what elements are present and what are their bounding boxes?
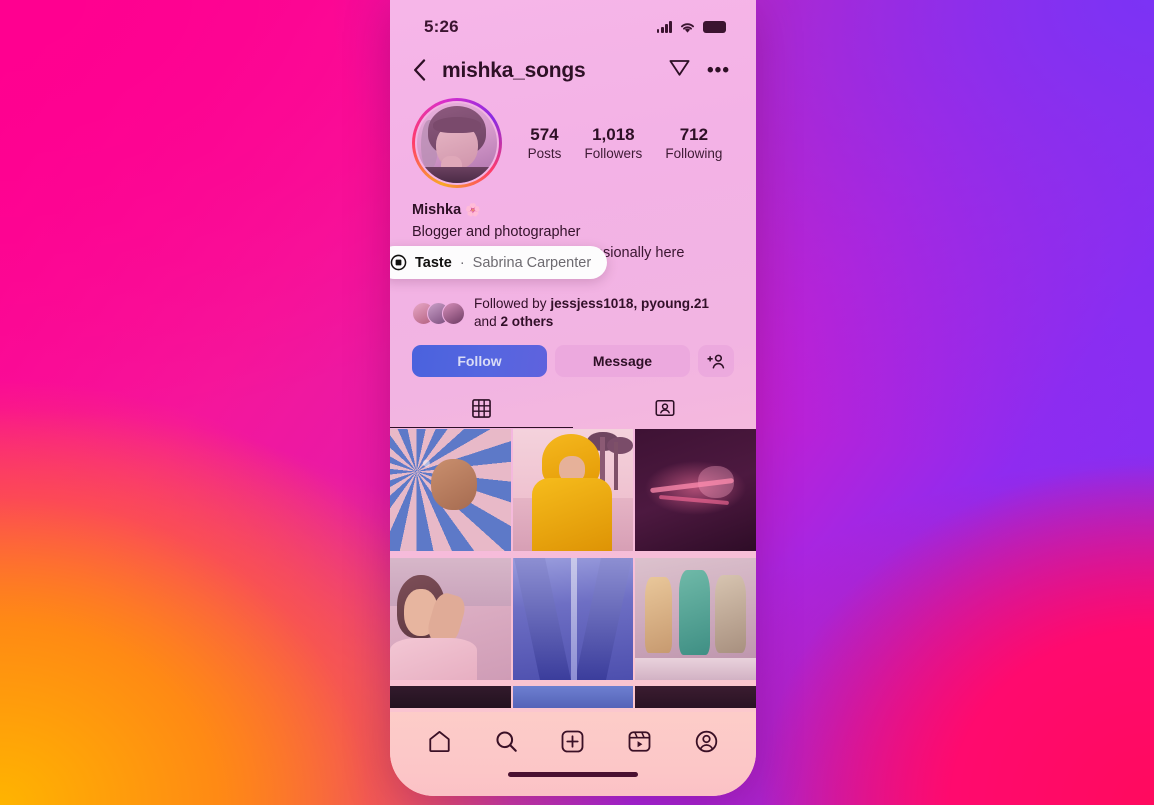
status-icons	[656, 21, 726, 34]
stat-value: 712	[679, 124, 709, 144]
follow-button[interactable]: Follow	[412, 345, 547, 378]
bio-display-name: Mishka 🌸	[412, 200, 734, 222]
grid-post-9[interactable]	[635, 685, 756, 708]
bottom-navigation	[390, 712, 756, 770]
nav-home-button[interactable]	[419, 721, 459, 761]
followed-by-names: jessjess1018, pyoung.21	[550, 295, 709, 311]
create-plus-icon	[562, 730, 584, 752]
followed-by-others: 2 others	[500, 314, 554, 330]
phone-mockup: 5:26 mishka_songs ••• 574 Posts 1,018 Fo…	[390, 0, 756, 796]
music-chip[interactable]: Taste · Sabrina Carpenter	[390, 246, 608, 279]
phone-screen: 5:26 mishka_songs ••• 574 Posts 1,018 Fo…	[390, 0, 756, 796]
nav-reels-button[interactable]	[620, 721, 660, 761]
profile-circle-icon	[695, 730, 718, 752]
avatar-illustration	[416, 103, 498, 184]
add-person-button[interactable]	[698, 345, 734, 378]
grid-icon	[472, 399, 491, 418]
status-bar: 5:26	[390, 0, 756, 48]
nav-create-button[interactable]	[553, 721, 593, 761]
home-indicator	[508, 772, 638, 777]
battery-icon	[703, 21, 726, 33]
search-icon	[496, 730, 517, 752]
home-icon	[429, 730, 450, 752]
avatar-image	[414, 100, 500, 186]
tab-tagged[interactable]	[573, 391, 756, 425]
followers-facepile	[412, 301, 465, 325]
profile-stats: 574 Posts 1,018 Followers 712 Following	[502, 124, 734, 163]
bio-name-text: Mishka	[412, 202, 462, 218]
stat-posts[interactable]: 574 Posts	[528, 124, 562, 163]
followed-by-text: Followed by jessjess1018, pyoung.21 and …	[474, 295, 734, 332]
grid-post-2[interactable]	[512, 429, 634, 552]
posts-grid	[390, 429, 756, 712]
avatar[interactable]	[412, 98, 502, 188]
grid-post-3[interactable]	[635, 429, 756, 552]
nav-profile-button[interactable]	[687, 721, 727, 761]
grid-post-1[interactable]	[390, 429, 511, 552]
stat-label: Following	[665, 145, 723, 161]
grid-post-7[interactable]	[390, 685, 511, 708]
followed-by-row[interactable]: Followed by jessjess1018, pyoung.21 and …	[390, 285, 756, 332]
stat-following[interactable]: 712 Following	[665, 124, 722, 163]
page-title: mishka_songs	[442, 58, 586, 82]
more-options-icon[interactable]: •••	[707, 61, 730, 80]
add-person-icon	[706, 354, 724, 369]
message-button[interactable]: Message	[555, 345, 690, 378]
followed-by-prefix: Followed by	[474, 295, 551, 311]
home-indicator-area	[390, 770, 756, 796]
stat-value: 574	[530, 124, 559, 144]
music-artist: Sabrina Carpenter	[472, 254, 592, 271]
followed-by-middle: and	[474, 314, 501, 330]
audio-stop-icon	[390, 254, 407, 271]
cellular-signal-icon	[656, 21, 672, 33]
grid-post-8[interactable]	[512, 685, 634, 708]
chevron-left-icon[interactable]	[406, 57, 432, 83]
status-time: 5:26	[424, 17, 459, 36]
profile-header: 574 Posts 1,018 Followers 712 Following	[390, 92, 756, 188]
tagged-person-icon	[654, 400, 675, 417]
grid-post-6[interactable]	[635, 557, 756, 680]
bio-line-1: Blogger and photographer	[412, 223, 581, 240]
flower-emoji-icon: 🌸	[465, 203, 481, 217]
facepile-avatar	[442, 301, 465, 325]
stat-followers[interactable]: 1,018 Followers	[584, 124, 642, 163]
stat-value: 1,018	[592, 124, 635, 144]
reels-icon	[628, 730, 651, 752]
profile-actions: Follow Message	[390, 331, 756, 378]
music-title: Taste	[415, 254, 452, 271]
grid-post-5[interactable]	[512, 557, 634, 680]
paper-plane-icon[interactable]	[668, 56, 691, 84]
music-separator: ·	[459, 254, 465, 271]
profile-navbar: mishka_songs •••	[390, 48, 756, 92]
stat-label: Posts	[527, 145, 562, 161]
nav-search-button[interactable]	[486, 721, 526, 761]
grid-post-4[interactable]	[390, 557, 511, 680]
profile-tabs	[390, 391, 756, 429]
stat-label: Followers	[584, 145, 643, 161]
profile-bio: Mishka 🌸 Blogger and photographer Here f…	[390, 188, 756, 285]
wifi-icon	[680, 22, 695, 33]
tab-posts[interactable]	[390, 391, 573, 429]
nav-actions: •••	[668, 56, 730, 84]
